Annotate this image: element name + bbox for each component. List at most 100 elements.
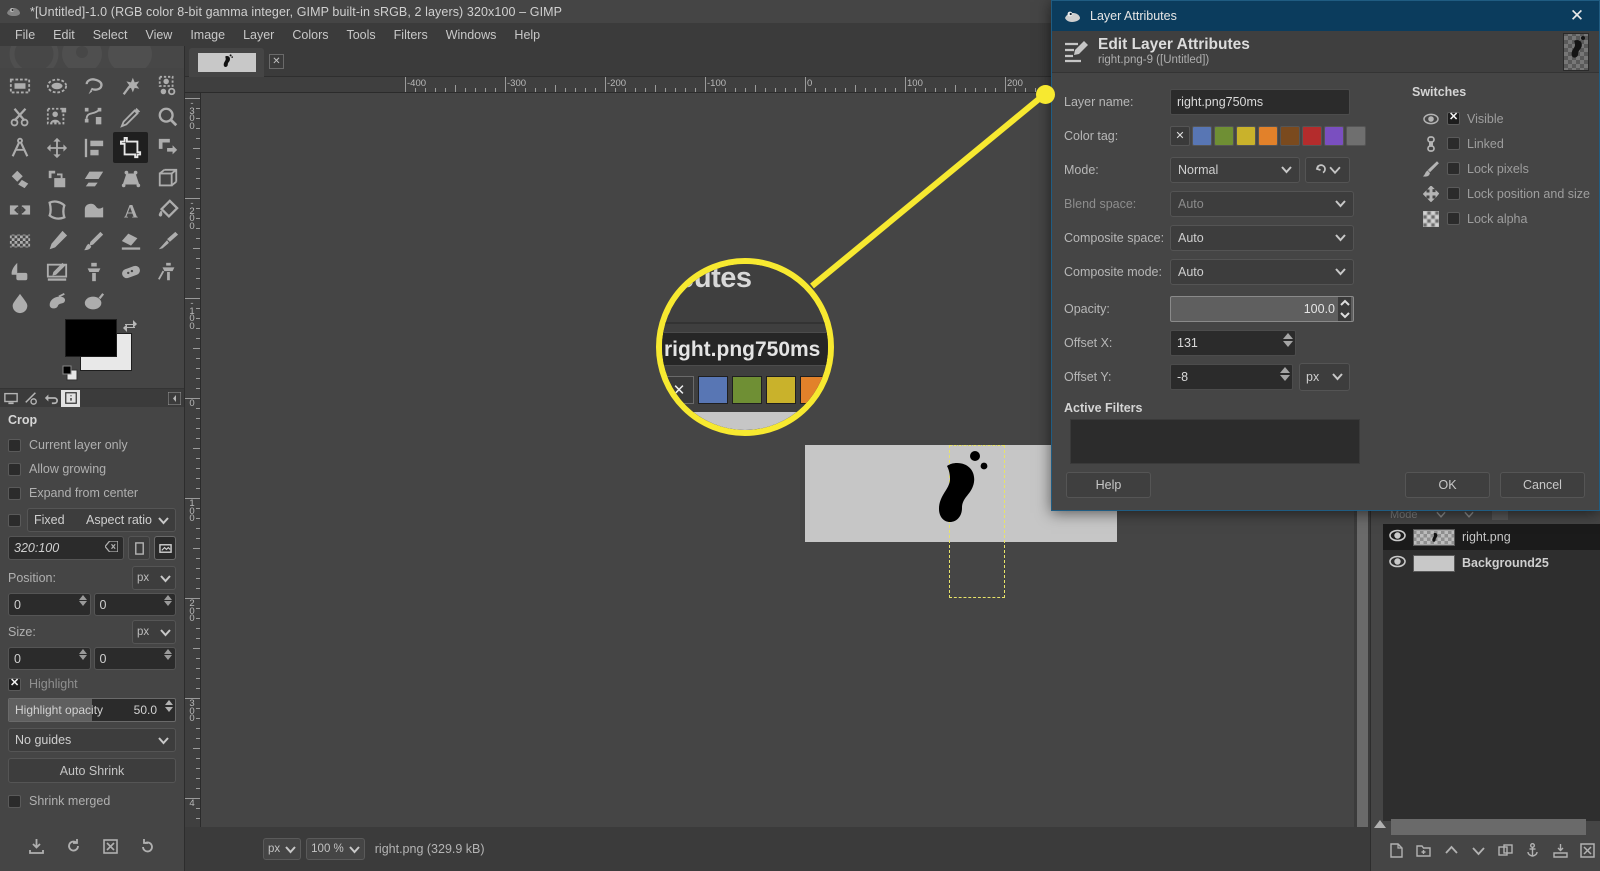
new-layer-group-icon[interactable] [1416,843,1432,861]
size-w-input[interactable]: 0 [8,647,91,670]
menu-file[interactable]: File [6,26,44,44]
smudge-icon[interactable] [39,287,74,318]
fixed-aspect-combo[interactable]: Fixed Aspect ratio [27,508,176,532]
stepper[interactable] [1280,366,1291,381]
airbrush-icon[interactable] [150,225,185,256]
rect-select-icon[interactable] [2,70,37,101]
fixed-checkbox[interactable] [8,513,21,527]
free-select-icon[interactable] [76,70,111,101]
pointer-info-icon[interactable] [61,389,80,407]
offset-y-input[interactable]: -8 [1170,363,1294,390]
offset-x-input[interactable]: 131 [1170,329,1296,356]
delete-layer-icon[interactable] [1580,843,1595,861]
opacity-slider[interactable]: 100.0 [1170,295,1354,322]
clear-icon[interactable] [104,540,119,555]
eye-icon[interactable] [1389,529,1406,545]
position-y-input[interactable]: 0 [93,593,176,616]
fuzzy-select-icon[interactable] [113,70,148,101]
tool-options-icon[interactable] [21,390,40,407]
duplicate-layer-icon[interactable] [1498,843,1513,861]
cage-transform-icon[interactable] [76,194,111,225]
dodge-burn-icon[interactable] [76,287,111,318]
switch-lock-alpha[interactable]: Lock alpha [1412,206,1600,231]
reset-tool-options-icon[interactable] [139,838,156,858]
aspect-ratio-input[interactable]: 320:100 [8,536,124,560]
layer-attributes-dialog[interactable]: Layer Attributes ✕ Edit Layer Attributes… [1051,0,1600,511]
shear-icon[interactable] [76,163,111,194]
anchor-layer-icon[interactable] [1525,843,1540,861]
layer-row-background[interactable]: Background25 [1383,550,1600,576]
raise-layer-icon[interactable] [1444,843,1459,861]
clone-icon[interactable] [76,256,111,287]
paintbrush-icon[interactable] [76,225,111,256]
color-tag-none[interactable]: ✕ [1170,125,1190,146]
checkbox[interactable] [1447,110,1460,125]
checkbox[interactable] [8,462,21,476]
composite-mode-combo[interactable]: Auto [1170,258,1354,285]
menu-filters[interactable]: Filters [385,26,437,44]
flip-icon[interactable] [2,194,37,225]
color-tag-gray[interactable] [1346,125,1366,146]
blur-sharpen-icon[interactable] [2,287,37,318]
mode-group-button[interactable] [1304,156,1350,183]
delete-tool-preset-icon[interactable] [102,838,119,858]
portrait-orientation-button[interactable] [128,536,150,560]
mode-combo[interactable]: Normal [1170,156,1300,183]
layers-list[interactable]: right.png Background25 [1383,524,1600,821]
rotate-icon[interactable] [2,163,37,194]
menu-windows[interactable]: Windows [437,26,506,44]
text-icon[interactable]: A [113,194,148,225]
move-icon[interactable] [39,132,74,163]
pencil-icon[interactable] [39,225,74,256]
offset-unit-combo[interactable]: px [1299,362,1350,391]
menu-tools[interactable]: Tools [337,26,384,44]
menu-edit[interactable]: Edit [44,26,84,44]
checkbox[interactable] [1447,137,1460,150]
checkbox[interactable] [8,438,21,452]
highlight-opacity-slider[interactable]: Highlight opacity 50.0 [8,698,176,722]
menu-help[interactable]: Help [505,26,549,44]
merge-down-icon[interactable] [1552,843,1568,861]
option-fixed-row[interactable]: Fixed Aspect ratio [8,508,176,532]
layer-name-input[interactable]: right.png750ms [1170,88,1350,115]
ok-button[interactable]: OK [1405,472,1490,498]
size-unit-combo[interactable]: px [132,620,176,644]
warp-transform-icon[interactable] [39,194,74,225]
scroll-up-icon[interactable] [1373,817,1387,835]
option-current-layer-only[interactable]: Current layer only [8,433,176,457]
checkbox[interactable] [8,486,21,500]
close-icon[interactable]: ✕ [269,54,284,69]
position-unit-combo[interactable]: px [132,566,176,590]
zoom-combo[interactable]: 100 % [306,838,365,860]
paths-icon[interactable] [76,101,111,132]
align-icon[interactable] [76,132,111,163]
color-picker-icon[interactable] [113,101,148,132]
measure-icon[interactable] [2,132,37,163]
collapse-dock-icon[interactable] [167,391,182,405]
checkbox[interactable] [1447,187,1460,200]
perspective-icon[interactable] [113,163,148,194]
gradient-icon[interactable] [2,225,37,256]
landscape-orientation-button[interactable] [154,536,176,560]
guides-combo[interactable]: No guides [8,728,176,752]
perspective-clone-icon[interactable] [150,256,185,287]
cancel-button[interactable]: Cancel [1500,472,1585,498]
eye-icon[interactable] [1389,555,1406,571]
zoom-icon[interactable] [150,101,185,132]
switch-visible[interactable]: Visible [1412,106,1600,131]
color-tag-brown[interactable] [1280,125,1300,146]
option-expand-from-center[interactable]: Expand from center [8,481,176,505]
swap-colors-icon[interactable] [122,318,138,334]
image-tab[interactable] [189,48,264,77]
auto-shrink-button[interactable]: Auto Shrink [8,758,176,783]
menu-select[interactable]: Select [84,26,137,44]
menu-view[interactable]: View [136,26,181,44]
close-icon[interactable]: ✕ [1561,2,1593,30]
mypaint-brush-icon[interactable] [39,256,74,287]
foreground-color-swatch[interactable] [65,319,117,357]
lower-layer-icon[interactable] [1471,843,1486,861]
option-shrink-merged[interactable]: Shrink merged [8,789,176,813]
help-button[interactable]: Help [1066,472,1151,498]
switch-lock-pixels[interactable]: Lock pixels [1412,156,1600,181]
opacity-stepper[interactable] [1338,296,1351,321]
